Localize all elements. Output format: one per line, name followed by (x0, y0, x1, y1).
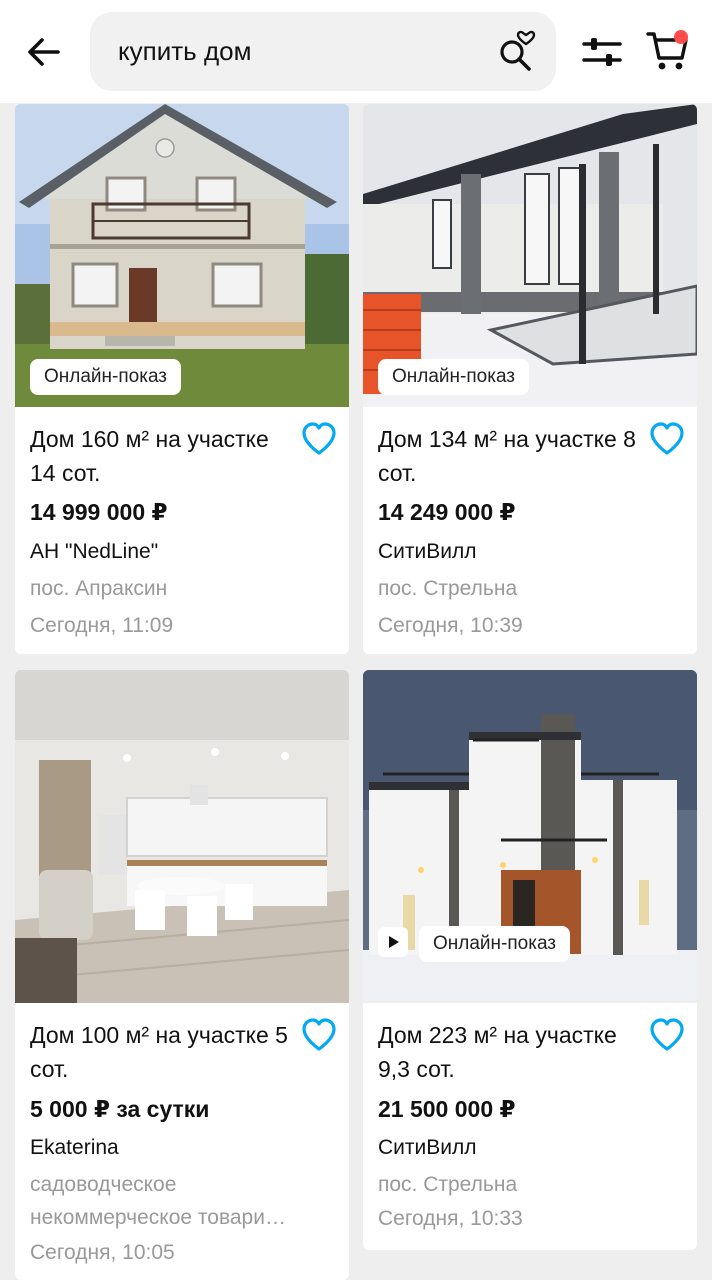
search-heart-icon[interactable] (496, 30, 538, 72)
listing-price: 5 000 ₽ за сутки (30, 1096, 210, 1122)
top-bar (0, 0, 712, 103)
listing-price: 21 500 000 ₽ (378, 1096, 516, 1122)
listing-date: Сегодня, 11:09 (30, 614, 174, 637)
online-viewing-badge: Онлайн-показ (378, 359, 530, 395)
search-bar[interactable] (90, 12, 556, 91)
arrow-left-icon (28, 38, 60, 66)
play-icon (389, 936, 399, 948)
listing-card[interactable]: Онлайн-показ Дом 160 м² на участке 14 со… (15, 104, 349, 654)
online-viewing-badge: Онлайн-показ (30, 359, 182, 395)
listing-price: 14 249 000 ₽ (378, 499, 516, 525)
video-play-button[interactable] (378, 927, 408, 957)
listing-seller: АН "NedLine" (30, 540, 159, 563)
search-input[interactable] (118, 36, 478, 67)
heart-outline-icon[interactable] (649, 422, 685, 456)
listing-date: Сегодня, 10:05 (30, 1241, 175, 1264)
listing-location: пос. Апраксин (30, 577, 168, 600)
listing-title[interactable]: Дом 160 м² на участке 14 сот. (30, 422, 300, 490)
listing-title[interactable]: Дом 223 м² на участке 9,3 сот. (378, 1018, 648, 1086)
listing-location: пос. Стрельна (378, 577, 518, 600)
listing-title[interactable]: Дом 100 м² на участке 5 сот. (30, 1018, 300, 1086)
listing-seller: СитиВилл (378, 540, 477, 563)
listing-price: 14 999 000 ₽ (30, 499, 168, 525)
listing-seller: СитиВилл (378, 1136, 477, 1159)
online-viewing-badge: Онлайн-показ (419, 926, 571, 962)
sliders-icon[interactable] (580, 30, 624, 74)
heart-outline-icon[interactable] (301, 1018, 337, 1052)
listing-card[interactable]: Дом 100 м² на участке 5 сот. 5 000 ₽ за … (15, 670, 349, 1280)
listing-card[interactable]: Онлайн-показ Дом 134 м² на участке 8 сот… (363, 104, 697, 654)
listing-date: Сегодня, 10:39 (378, 614, 523, 637)
heart-outline-icon[interactable] (649, 1018, 685, 1052)
heart-outline-icon[interactable] (301, 422, 337, 456)
listing-photo[interactable] (15, 670, 349, 1003)
listing-card[interactable]: Онлайн-показ Дом 223 м² на участке 9,3 с… (363, 670, 697, 1250)
listing-location: пос. Стрельна (378, 1173, 518, 1196)
listing-location: садоводческое некоммерческое товари… (30, 1173, 286, 1229)
back-button[interactable] (20, 28, 68, 76)
listing-title[interactable]: Дом 134 м² на участке 8 сот. (378, 422, 648, 490)
cart-notification-dot (674, 30, 688, 44)
listing-seller: Ekaterina (30, 1136, 119, 1159)
listing-date: Сегодня, 10:33 (378, 1207, 523, 1230)
